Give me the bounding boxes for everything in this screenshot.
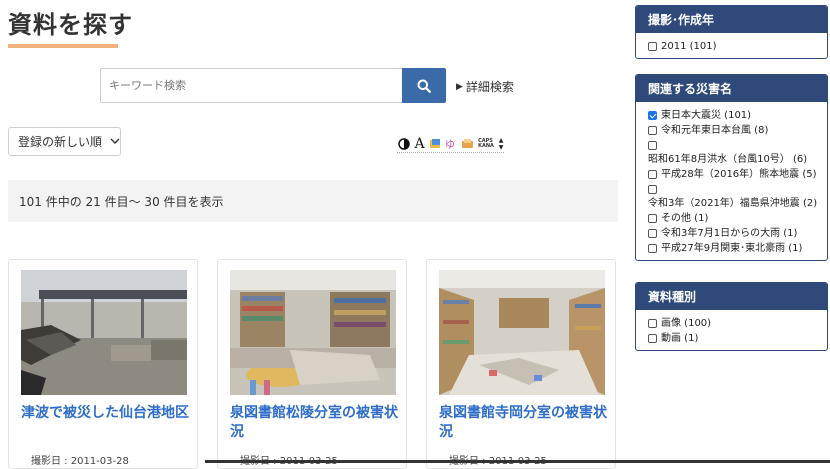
accessibility-toolbar: A ゆ CAPS KANA ▲ ▼ — [397, 136, 504, 153]
facet-options: 画像 (100) 動画 (1) — [636, 310, 827, 350]
furigana-icon[interactable]: ゆ — [445, 138, 458, 151]
facet-option-label: 画像 (100) — [661, 318, 712, 329]
facet-option[interactable]: その他 (1) — [648, 211, 827, 226]
checkbox[interactable] — [648, 185, 657, 194]
facet-option-label: 昭和61年8月洪水（台風10号） (6) — [648, 154, 808, 165]
facet-option[interactable]: 令和元年東日本台風 (8) — [648, 123, 827, 138]
dropdown-arrow-icon[interactable]: ▲ ▼ — [498, 137, 504, 151]
advanced-search-label: 詳細検索 — [465, 80, 514, 94]
facet-panel-disaster: 関連する災害名 東日本大震災 (101) 令和元年東日本台風 (8) 昭和61年… — [635, 74, 828, 261]
chevron-down-icon — [110, 138, 120, 144]
facet-option-label: 平成27年9月関東･東北豪雨 (1) — [661, 243, 803, 254]
card-thumbnail[interactable] — [21, 270, 187, 395]
search-icon — [417, 79, 431, 93]
facet-heading: 撮影･作成年 — [636, 6, 827, 33]
facet-option[interactable]: 平成28年（2016年）熊本地震 (5) — [648, 167, 827, 182]
sort-selected-value: 登録の新しい順 — [18, 135, 103, 149]
facet-option-label: 令和3年7月1日からの大雨 (1) — [661, 228, 798, 239]
facet-heading: 関連する災害名 — [636, 75, 827, 102]
card-title[interactable]: 泉図書館寺岡分室の被害状況 — [439, 404, 609, 442]
ruby-icon[interactable] — [429, 138, 442, 151]
checkbox[interactable] — [648, 214, 657, 223]
advanced-search-link[interactable]: ▶ 詳細検索 — [456, 78, 514, 95]
search-button[interactable] — [402, 68, 446, 103]
facet-options: 2011 (101) — [636, 33, 827, 58]
contrast-icon[interactable] — [397, 138, 410, 151]
facet-heading: 資料種別 — [636, 283, 827, 310]
page-title: 資料を探す — [8, 11, 133, 39]
facet-option-label: 東日本大震災 (101) — [661, 110, 752, 121]
sort-select[interactable]: 登録の新しい順 — [8, 127, 121, 156]
search-box — [100, 68, 446, 103]
card-title[interactable]: 泉図書館松陵分室の被害状況 — [230, 404, 400, 442]
facet-option[interactable]: 画像 (100) — [648, 316, 827, 331]
facet-option-label: 2011 (101) — [661, 41, 717, 52]
facet-panel-year: 撮影･作成年 2011 (101) — [635, 5, 828, 59]
checkbox[interactable] — [648, 229, 657, 238]
checkbox[interactable] — [648, 42, 657, 51]
main-content: 資料を探す ▶ 詳細検索 登録の新しい順 A ゆ — [0, 0, 630, 469]
facet-option[interactable]: 昭和61年8月洪水（台風10号） (6) — [648, 138, 827, 167]
checkbox[interactable] — [648, 141, 657, 150]
facet-option[interactable]: 平成27年9月関東･東北豪雨 (1) — [648, 241, 827, 256]
card-date: 撮影日 : 2011-03-28 — [31, 456, 129, 467]
search-input[interactable] — [101, 69, 401, 102]
facet-option-label: 動画 (1) — [661, 333, 699, 344]
checkbox[interactable] — [648, 126, 657, 135]
checkbox[interactable] — [648, 244, 657, 253]
card-thumbnail[interactable] — [230, 270, 396, 395]
result-summary: 101 件中の 21 件目～ 30 件目を表示 — [19, 194, 224, 209]
checkbox-checked[interactable] — [648, 111, 657, 120]
checkbox[interactable] — [648, 334, 657, 343]
facet-panel-type: 資料種別 画像 (100) 動画 (1) — [635, 282, 828, 351]
caps-kana-icon[interactable]: CAPS KANA — [477, 138, 495, 151]
checkbox[interactable] — [648, 170, 657, 179]
caret-right-icon: ▶ — [456, 81, 463, 92]
svg-text:ゆ: ゆ — [445, 139, 455, 150]
caps-kana-label: CAPS KANA — [478, 138, 494, 149]
result-summary-bar: 101 件中の 21 件目～ 30 件目を表示 — [8, 180, 618, 222]
result-card[interactable]: 泉図書館寺岡分室の被害状況 撮影日 : 2011-03-25 — [426, 259, 616, 469]
facet-option[interactable]: 動画 (1) — [648, 331, 827, 346]
facet-option-label: その他 (1) — [661, 213, 709, 224]
checkbox[interactable] — [648, 319, 657, 328]
facet-option-label: 令和元年東日本台風 (8) — [661, 125, 769, 136]
facet-option[interactable]: 2011 (101) — [648, 39, 827, 54]
facet-options: 東日本大震災 (101) 令和元年東日本台風 (8) 昭和61年8月洪水（台風1… — [636, 102, 827, 260]
card-title[interactable]: 津波で被災した仙台港地区 — [21, 404, 191, 423]
read-aloud-icon[interactable] — [461, 138, 474, 151]
font-size-icon[interactable]: A — [413, 136, 426, 152]
facet-option-label: 平成28年（2016年）熊本地震 (5) — [661, 169, 817, 180]
facet-option[interactable]: 令和3年（2021年）福島県沖地震 (2) — [648, 182, 827, 211]
facet-option-label: 令和3年（2021年）福島県沖地震 (2) — [648, 198, 818, 209]
result-card[interactable]: 津波で被災した仙台港地区 撮影日 : 2011-03-28 — [8, 259, 198, 469]
result-card[interactable]: 泉図書館松陵分室の被害状況 撮影日 : 2011-03-25 — [217, 259, 407, 469]
title-underline — [8, 44, 118, 48]
facet-option[interactable]: 令和3年7月1日からの大雨 (1) — [648, 226, 827, 241]
card-thumbnail[interactable] — [439, 270, 605, 395]
facet-option[interactable]: 東日本大震災 (101) — [648, 108, 827, 123]
